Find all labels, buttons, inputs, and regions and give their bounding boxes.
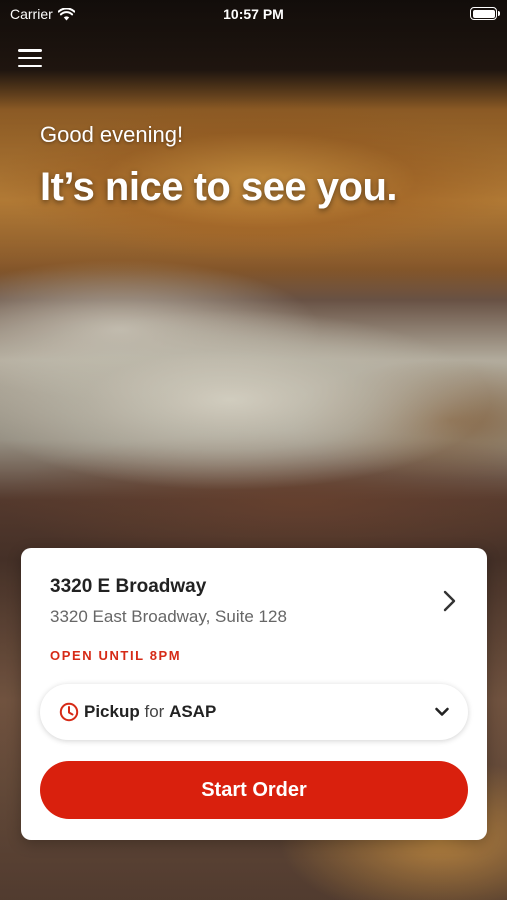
status-bar: Carrier 10:57 PM [0,0,507,28]
hours-status: OPEN UNTIL 8PM [50,648,182,663]
greeting-text: Good evening! [40,122,184,147]
order-mode: Pickup [84,702,140,721]
chevron-down-icon [435,707,449,716]
clock-icon [59,702,79,722]
location-name: 3320 E Broadway [50,576,207,597]
menu-line [18,56,42,60]
pickup-label: Pickup for ASAP [84,702,216,722]
start-order-button[interactable]: Start Order [40,761,468,819]
welcome-headline: It’s nice to see you. [40,165,398,209]
order-time: ASAP [169,702,217,721]
menu-line [18,49,42,52]
battery-level [472,9,495,18]
chevron-right-icon[interactable] [439,590,459,612]
menu-icon[interactable] [18,47,42,69]
menu-line [18,64,42,67]
status-time: 10:57 PM [223,6,284,22]
battery-icon [470,7,500,20]
location-address: 3320 East Broadway, Suite 128 [50,607,287,626]
pickup-time-selector[interactable]: Pickup for ASAP [40,684,468,740]
location-card: 3320 E Broadway 3320 East Broadway, Suit… [21,548,487,840]
order-connector: for [144,702,165,721]
